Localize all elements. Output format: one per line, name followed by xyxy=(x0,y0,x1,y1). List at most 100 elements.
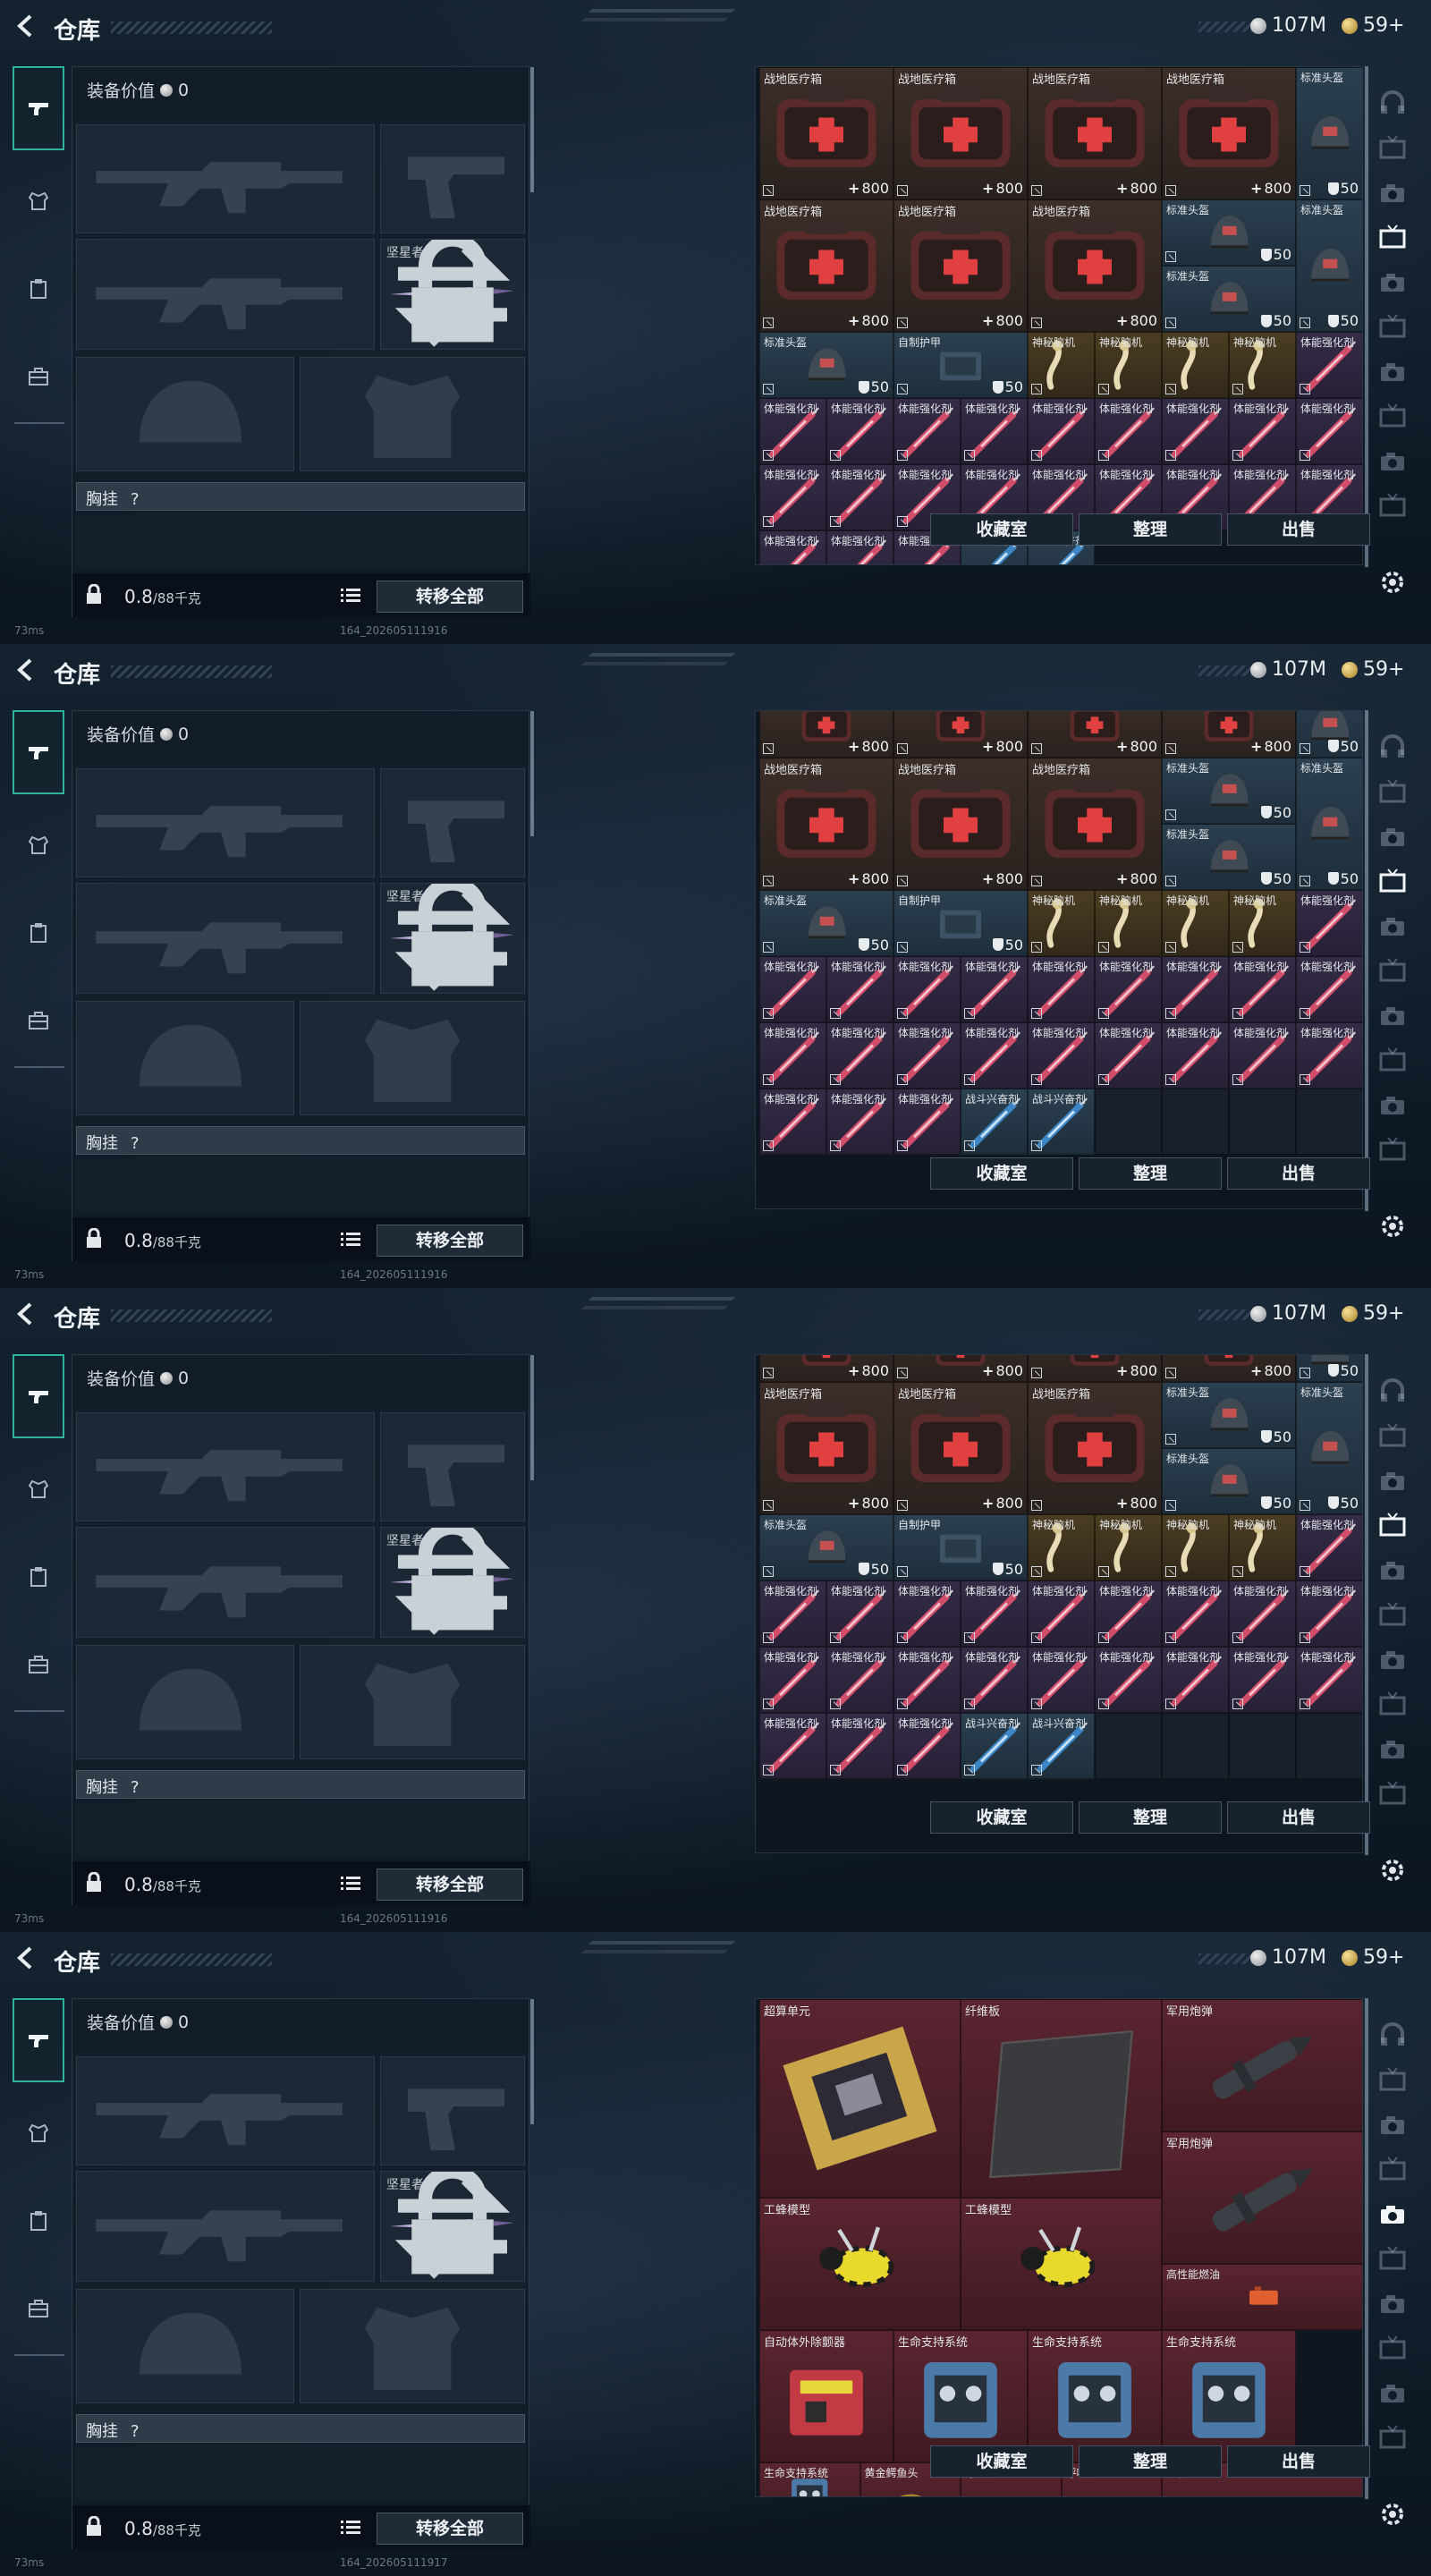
melee-slot[interactable]: 坚星者 xyxy=(380,1527,525,1638)
inventory-item[interactable]: 体能强化剂 xyxy=(826,1088,893,1155)
inventory-item[interactable]: 体能强化剂 xyxy=(1095,398,1162,464)
body-armor-slot[interactable] xyxy=(300,2289,525,2403)
nav-case[interactable] xyxy=(13,1623,64,1707)
back-arrow-icon[interactable] xyxy=(13,1301,39,1327)
inventory-item[interactable]: 体能强化剂 xyxy=(1229,1646,1296,1713)
inventory-item[interactable]: 战斗兴奋剂 xyxy=(1028,1088,1095,1155)
sort-button[interactable]: 整理 xyxy=(1079,1157,1222,1190)
inventory-item[interactable]: 自制护甲 50 xyxy=(893,1513,1028,1580)
secondary-weapon-slot[interactable] xyxy=(76,1527,375,1638)
inventory-item[interactable]: 战地医疗箱 +800 xyxy=(1028,757,1162,890)
list-icon[interactable] xyxy=(341,1876,360,1892)
chest-rig-help-icon[interactable]: ? xyxy=(131,490,140,509)
nav-clipboard[interactable] xyxy=(13,1535,64,1619)
tv-icon[interactable] xyxy=(1376,402,1410,429)
inventory-item[interactable]: 军用炮弹 xyxy=(1162,1999,1362,2131)
nav-weapons[interactable] xyxy=(13,66,64,150)
tv-icon[interactable] xyxy=(1376,1136,1410,1163)
empty-slot[interactable] xyxy=(1296,1088,1362,1155)
sell-button[interactable]: 出售 xyxy=(1227,2445,1370,2478)
camera-icon[interactable] xyxy=(1376,912,1410,939)
inventory-item[interactable]: 战地医疗箱 +800 xyxy=(1162,67,1296,199)
inventory-item[interactable]: 体能强化剂 xyxy=(1095,1580,1162,1647)
transfer-all-button[interactable]: 转移全部 xyxy=(377,580,523,613)
inventory-item[interactable]: 体能强化剂 xyxy=(1296,1513,1362,1580)
inventory-item[interactable]: 体能强化剂 xyxy=(1296,955,1362,1022)
tv-icon[interactable] xyxy=(1376,1422,1410,1449)
headset-icon[interactable] xyxy=(1376,89,1410,116)
camera-icon[interactable] xyxy=(1376,447,1410,474)
inventory-item[interactable]: 战地医疗箱 +800 xyxy=(759,67,893,199)
inventory-item[interactable]: 50 xyxy=(1296,1355,1362,1382)
inventory-item[interactable]: 体能强化剂 xyxy=(759,1021,826,1089)
tv-icon[interactable] xyxy=(1376,778,1410,805)
tv-icon[interactable] xyxy=(1376,224,1410,250)
chest-rig-help-icon[interactable]: ? xyxy=(131,2422,140,2441)
inventory-item[interactable]: 战斗兴奋剂 xyxy=(1028,1712,1095,1779)
inventory-item[interactable]: 体能强化剂 xyxy=(826,1646,893,1713)
body-armor-slot[interactable] xyxy=(300,1645,525,1759)
lock-icon[interactable] xyxy=(85,584,103,606)
inventory-item[interactable]: 体能强化剂 xyxy=(1296,398,1362,464)
camera-icon[interactable] xyxy=(1376,1002,1410,1029)
headset-icon[interactable] xyxy=(1376,733,1410,760)
inventory-item[interactable]: 体能强化剂 xyxy=(1296,1021,1362,1089)
inventory-item[interactable]: 标准头盔 50 xyxy=(759,1513,893,1580)
inventory-item[interactable]: 标准头盔 50 xyxy=(1296,199,1362,332)
tv-icon[interactable] xyxy=(1376,2424,1410,2451)
inventory-item[interactable]: 神秘脑机 xyxy=(1095,889,1162,956)
primary-weapon-slot[interactable] xyxy=(76,2056,375,2165)
inventory-item[interactable]: 生命支持系统 xyxy=(1162,2330,1296,2462)
melee-slot[interactable]: 坚星者 xyxy=(380,2171,525,2282)
inventory-item[interactable]: 自制护甲 50 xyxy=(893,332,1028,398)
list-icon[interactable] xyxy=(341,2520,360,2536)
lock-icon[interactable] xyxy=(85,2516,103,2538)
inventory-item[interactable]: 体能强化剂 xyxy=(826,530,893,564)
inventory-item[interactable]: 生命支持系统 xyxy=(893,2330,1028,2462)
sort-button[interactable]: 整理 xyxy=(1079,2445,1222,2478)
camera-icon[interactable] xyxy=(1376,358,1410,385)
inventory-item[interactable]: +800 xyxy=(893,1355,1028,1382)
nav-armor[interactable] xyxy=(13,1447,64,1531)
camera-icon[interactable] xyxy=(1376,823,1410,850)
inventory-item[interactable]: 标准头盔 50 xyxy=(1162,199,1296,266)
inventory-item[interactable]: 标准头盔 50 xyxy=(1162,1447,1296,1514)
list-icon[interactable] xyxy=(341,1232,360,1248)
inventory-item[interactable]: 体能强化剂 xyxy=(759,398,826,464)
inventory-item[interactable]: 体能强化剂 xyxy=(1028,955,1095,1022)
back-arrow-icon[interactable] xyxy=(13,1945,39,1971)
melee-slot[interactable]: 坚星者 xyxy=(380,883,525,994)
inventory-item[interactable]: 体能强化剂 xyxy=(961,1021,1028,1089)
sell-button[interactable]: 出售 xyxy=(1227,513,1370,546)
inventory-scrollbar[interactable] xyxy=(1365,710,1368,1211)
collection-room-button[interactable]: 收藏室 xyxy=(930,2445,1073,2478)
inventory-scrollbar[interactable] xyxy=(1365,1998,1368,2499)
primary-weapon-slot[interactable] xyxy=(76,768,375,877)
collection-room-button[interactable]: 收藏室 xyxy=(930,513,1073,546)
inventory-item[interactable]: 体能强化剂 xyxy=(1296,332,1362,398)
nav-case[interactable] xyxy=(13,2267,64,2351)
inventory-item[interactable]: 体能强化剂 xyxy=(1229,398,1296,464)
body-armor-slot[interactable] xyxy=(300,357,525,471)
inventory-item[interactable]: 标准头盔 50 xyxy=(759,332,893,398)
nav-armor[interactable] xyxy=(13,803,64,887)
inventory-item[interactable]: 标准头盔 50 xyxy=(1162,757,1296,824)
tv-icon[interactable] xyxy=(1376,313,1410,340)
sort-button[interactable]: 整理 xyxy=(1079,513,1222,546)
sort-button[interactable]: 整理 xyxy=(1079,1801,1222,1834)
inventory-item[interactable]: 体能强化剂 xyxy=(961,955,1028,1022)
inventory-item[interactable]: 超算单元 xyxy=(759,1999,961,2198)
inventory-item[interactable]: 神秘脑机 xyxy=(1162,332,1229,398)
lock-icon[interactable] xyxy=(85,1872,103,1894)
sidearm-slot[interactable] xyxy=(380,1412,525,1521)
empty-slot[interactable] xyxy=(1296,1712,1362,1779)
inventory-item[interactable]: 体能强化剂 xyxy=(1028,398,1095,464)
nav-case[interactable] xyxy=(13,335,64,419)
inventory-item[interactable]: 神秘脑机 xyxy=(1162,889,1229,956)
tv-icon[interactable] xyxy=(1376,1780,1410,1807)
empty-slot[interactable] xyxy=(1095,1712,1162,1779)
empty-slot[interactable] xyxy=(1229,1712,1296,1779)
inventory-item[interactable]: 体能强化剂 xyxy=(1229,955,1296,1022)
inventory-item[interactable]: 体能强化剂 xyxy=(1296,1646,1362,1713)
empty-slot[interactable] xyxy=(1095,1088,1162,1155)
